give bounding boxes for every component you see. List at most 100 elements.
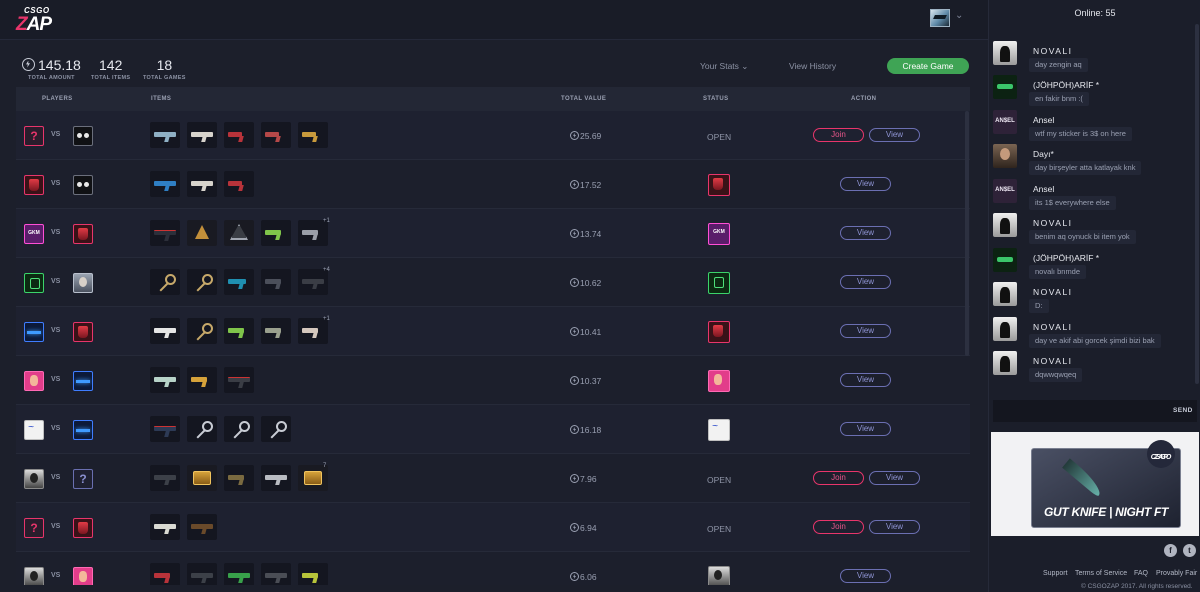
view-history-link[interactable]: View History <box>789 61 836 71</box>
item-badge[interactable] <box>187 220 217 246</box>
player-one-avatar[interactable] <box>24 175 44 195</box>
player-two-avatar[interactable] <box>73 224 93 244</box>
chevron-down-icon[interactable]: ⌄ <box>955 10 963 21</box>
player-one-avatar[interactable] <box>24 567 44 585</box>
player-two-avatar[interactable] <box>73 175 93 195</box>
player-one-avatar[interactable] <box>24 224 44 244</box>
item-case[interactable] <box>187 465 217 491</box>
view-button[interactable]: View <box>840 422 891 436</box>
promo-banner[interactable]: GUT KNIFE | NIGHT FT CSGO ZAP <box>991 432 1199 536</box>
view-button[interactable]: View <box>840 275 891 289</box>
item-rifle[interactable] <box>150 122 180 148</box>
item-pistol[interactable] <box>261 122 291 148</box>
item-smg[interactable] <box>261 269 291 295</box>
table-scrollbar[interactable] <box>965 111 969 356</box>
send-button[interactable]: SEND <box>1173 407 1193 414</box>
ansel-icon <box>993 179 1017 203</box>
item-rifle[interactable] <box>224 563 254 585</box>
join-button[interactable]: Join <box>813 520 864 534</box>
item-key[interactable] <box>187 318 217 344</box>
item-pistol[interactable] <box>224 122 254 148</box>
player-one-avatar[interactable] <box>24 420 44 440</box>
item-rifle[interactable] <box>187 514 217 540</box>
player-one-avatar[interactable] <box>24 322 44 342</box>
facebook-icon[interactable]: f <box>1164 544 1177 557</box>
item-rifle[interactable] <box>150 465 180 491</box>
item-rifle[interactable] <box>150 171 180 197</box>
item-smg[interactable] <box>224 465 254 491</box>
item-rifle[interactable] <box>150 416 180 442</box>
item-rifle[interactable] <box>150 514 180 540</box>
player-two-avatar[interactable] <box>73 420 93 440</box>
total-value: 6.94 <box>570 523 597 533</box>
item-pistol[interactable] <box>150 563 180 585</box>
create-game-button[interactable]: Create Game <box>887 58 969 74</box>
player-one-avatar[interactable] <box>24 371 44 391</box>
item-key[interactable] <box>224 416 254 442</box>
player-two-avatar[interactable] <box>73 371 93 391</box>
item-rifle[interactable] <box>224 367 254 393</box>
bolt-coin-icon <box>570 376 579 385</box>
view-button[interactable]: View <box>869 128 920 142</box>
player-one-avatar[interactable] <box>24 273 44 293</box>
player-two-avatar[interactable] <box>73 567 93 585</box>
item-smg[interactable] <box>187 171 217 197</box>
join-button[interactable]: Join <box>813 128 864 142</box>
item-key[interactable] <box>187 269 217 295</box>
site-logo[interactable]: CSGO ZAP <box>16 6 56 36</box>
footer-link-faq[interactable]: FAQ <box>1134 570 1148 577</box>
item-smg[interactable] <box>261 220 291 246</box>
item-smg[interactable] <box>298 563 328 585</box>
player-one-avatar[interactable] <box>24 469 44 489</box>
winner-avatar[interactable] <box>708 223 730 245</box>
view-button[interactable]: View <box>869 520 920 534</box>
winner-avatar[interactable] <box>708 370 730 392</box>
item-smg[interactable] <box>224 269 254 295</box>
view-button[interactable]: View <box>840 324 891 338</box>
item-smg[interactable] <box>187 367 217 393</box>
item-rifle[interactable] <box>150 318 180 344</box>
player-two-avatar[interactable] <box>73 322 93 342</box>
item-key[interactable] <box>150 269 180 295</box>
player-two-avatar[interactable] <box>73 273 93 293</box>
winner-avatar[interactable] <box>708 419 730 441</box>
view-button[interactable]: View <box>840 226 891 240</box>
item-pistol[interactable] <box>261 318 291 344</box>
chat-scrollbar[interactable] <box>1195 24 1199 384</box>
item-rifle[interactable] <box>261 465 291 491</box>
winner-avatar[interactable] <box>708 272 730 294</box>
item-smg[interactable] <box>187 122 217 148</box>
chat-input[interactable] <box>993 400 1197 422</box>
winner-avatar[interactable] <box>708 174 730 196</box>
view-button[interactable]: View <box>869 471 920 485</box>
item-rifle[interactable] <box>150 220 180 246</box>
table-row: VS 25.69 OPEN Join View <box>16 111 970 160</box>
join-button[interactable]: Join <box>813 471 864 485</box>
footer-link-provably-fair[interactable]: Provably Fair <box>1156 570 1197 577</box>
player-two-avatar[interactable] <box>73 126 93 146</box>
view-button[interactable]: View <box>840 373 891 387</box>
footer-link-support[interactable]: Support <box>1043 570 1068 577</box>
item-rifle[interactable] <box>150 367 180 393</box>
player-two-avatar[interactable] <box>73 518 93 538</box>
winner-avatar[interactable] <box>708 566 730 585</box>
item-badge[interactable] <box>224 220 254 246</box>
item-key[interactable] <box>187 416 217 442</box>
item-smg[interactable] <box>224 318 254 344</box>
view-button[interactable]: View <box>840 177 891 191</box>
logo-bottom-text: ZAP <box>16 14 52 35</box>
novali-icon <box>993 41 1017 65</box>
item-pistol[interactable] <box>298 122 328 148</box>
item-key[interactable] <box>261 416 291 442</box>
your-stats-dropdown[interactable]: Your Stats ⌄ <box>700 61 748 72</box>
footer-link-terms[interactable]: Terms of Service <box>1075 570 1127 577</box>
user-avatar[interactable] <box>930 9 950 27</box>
item-rifle[interactable] <box>261 563 291 585</box>
winner-avatar[interactable] <box>708 321 730 343</box>
twitter-icon[interactable]: t <box>1183 544 1196 557</box>
view-button[interactable]: View <box>840 569 891 583</box>
promo-logo: CSGO ZAP <box>1147 440 1175 468</box>
novali-icon <box>993 213 1017 237</box>
item-pistol[interactable] <box>224 171 254 197</box>
item-rifle[interactable] <box>187 563 217 585</box>
